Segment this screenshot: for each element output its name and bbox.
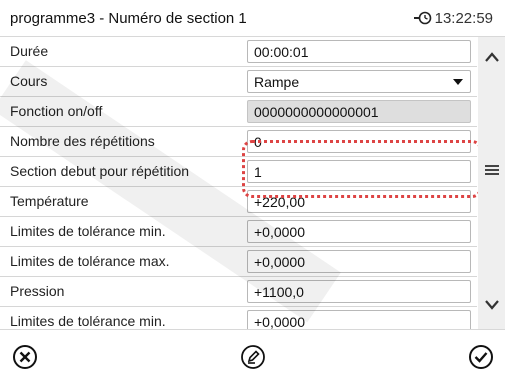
row-nombre-repetitions: Nombre des répétitions 0 [0,127,477,157]
cancel-button[interactable] [11,343,39,371]
row-temperature: Température +220,00 [0,187,477,217]
row-label: Pression [10,283,65,299]
scrollbar[interactable] [478,37,505,329]
chevron-down-icon[interactable] [482,295,502,315]
onoff-function-field: 0000000000000001 [247,100,471,123]
confirm-button[interactable] [467,343,495,371]
edit-pencil-icon [241,345,265,369]
close-circle-icon [13,345,37,369]
pressure-field[interactable]: +1100,0 [247,280,471,303]
row-label: Section debut pour répétition [10,163,190,179]
caret-down-icon [453,79,463,85]
row-cours: Cours Rampe [0,67,477,97]
course-select[interactable]: Rampe [247,70,471,93]
start-section-field[interactable]: 1 [247,160,471,183]
row-label: Nombre des répétitions [10,133,155,149]
row-label: Durée [10,43,49,59]
menu-icon[interactable] [482,160,502,180]
pressure-tolerance-min-field[interactable]: +0,0000 [247,310,471,329]
edit-button[interactable] [239,343,267,371]
tolerance-max-field[interactable]: +0,0000 [247,250,471,273]
temperature-field[interactable]: +220,00 [247,190,471,213]
duration-field[interactable]: 00:00:01 [247,40,471,63]
row-fonction-onoff: Fonction on/off 0000000000000001 [0,97,477,127]
row-label: Limites de tolérance max. [10,253,170,269]
row-label: Température [10,193,89,209]
row-label: Cours [10,73,48,89]
clock-display: 13:22:59 [413,10,493,27]
row-duree: Durée 00:00:01 [0,37,477,67]
row-label: Fonction on/off [10,103,103,119]
tolerance-min-field[interactable]: +0,0000 [247,220,471,243]
parameter-list: Durée 00:00:01 Cours Rampe Fonction on/o… [0,37,477,329]
repetitions-field[interactable]: 0 [247,130,471,153]
row-label: Limites de tolérance min. [10,223,166,239]
course-select-value: Rampe [254,74,300,90]
row-pression: Pression +1100,0 [0,277,477,307]
title-bar: programme3 - Numéro de section 1 13:22:5… [0,0,505,37]
row-pressure-tolerance-min: Limites de tolérance min. +0,0000 [0,307,477,329]
page-title: programme3 - Numéro de section 1 [10,10,247,27]
chevron-up-icon[interactable] [482,47,502,67]
row-tolerance-min: Limites de tolérance min. +0,0000 [0,217,477,247]
row-tolerance-max: Limites de tolérance max. +0,0000 [0,247,477,277]
clock-time: 13:22:59 [434,10,493,27]
row-label: Limites de tolérance min. [10,313,166,329]
clock-icon [413,11,431,25]
action-bar [0,329,505,385]
check-circle-icon [469,345,493,369]
row-section-debut: Section debut pour répétition 1 [0,157,477,187]
